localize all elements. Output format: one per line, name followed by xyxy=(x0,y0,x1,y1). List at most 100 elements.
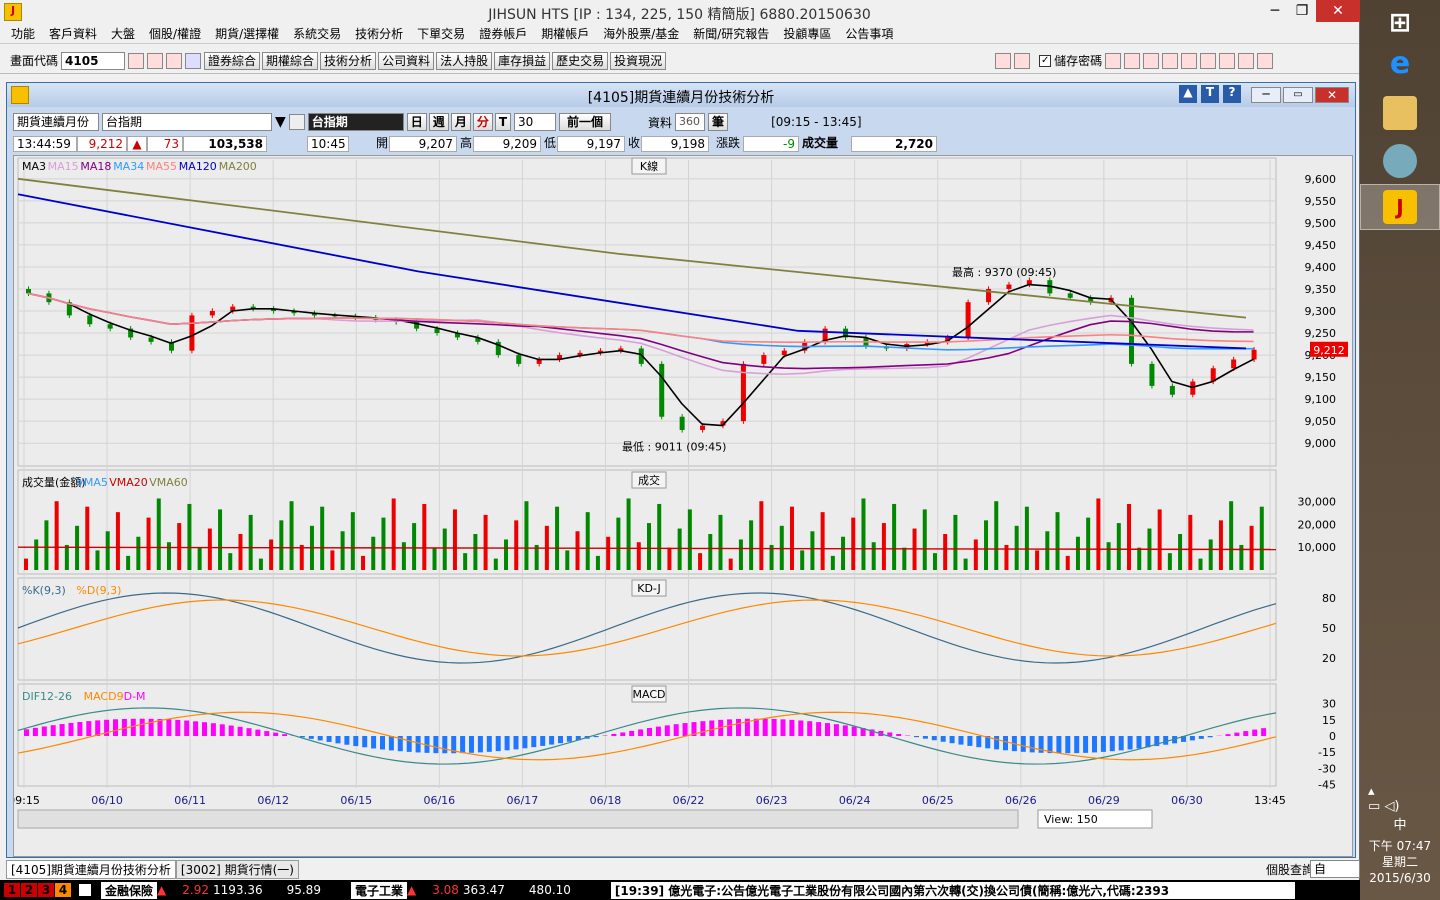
menu-item-10[interactable]: 海外股票/基金 xyxy=(596,25,686,42)
toolbar-button-2[interactable]: 技術分析 xyxy=(320,51,377,70)
chevron-up-icon[interactable]: ▴ xyxy=(1368,784,1375,799)
screen-code-input[interactable]: 4105 xyxy=(61,51,126,70)
bottom-tab-1[interactable]: [3002] 期貨行情(一) xyxy=(175,859,299,879)
menu-item-12[interactable]: 投顧專區 xyxy=(776,25,838,42)
menu-item-2[interactable]: 大盤 xyxy=(104,25,142,42)
inner-minimize-button[interactable]: ─ xyxy=(1251,87,1281,103)
menu-item-11[interactable]: 新聞/研究報告 xyxy=(686,25,776,42)
tool-icon-4[interactable] xyxy=(1162,52,1179,69)
period-button-3[interactable]: 分 xyxy=(472,113,493,131)
menu-item-0[interactable]: 功能 xyxy=(4,25,42,42)
macd-histogram-bar xyxy=(593,736,599,738)
taskbar-ie[interactable]: e xyxy=(1360,40,1440,86)
macd-histogram-bar xyxy=(1163,736,1169,745)
volume-bar xyxy=(789,506,794,570)
macd-histogram-bar xyxy=(833,724,839,736)
arrow-left-icon[interactable] xyxy=(995,52,1012,69)
macd-histogram-bar xyxy=(647,728,652,736)
toolbar-button-3[interactable]: 公司資料 xyxy=(378,51,435,70)
sort-up-icon[interactable]: ▲ xyxy=(1179,85,1197,103)
volume-icon[interactable]: ◁) xyxy=(1384,799,1399,814)
dropdown-arrow-icon[interactable]: ▼ xyxy=(275,114,286,130)
menu-item-13[interactable]: 公告事項 xyxy=(838,25,900,42)
panel-bg-0 xyxy=(17,157,1277,467)
macd-histogram-bar xyxy=(166,719,172,736)
menu-item-3[interactable]: 個股/權證 xyxy=(142,25,208,42)
inner-restore-button[interactable]: ▭ xyxy=(1283,87,1313,103)
menu-item-6[interactable]: 技術分析 xyxy=(348,25,410,42)
clock-weekday: 星期二 xyxy=(1381,855,1418,869)
toolbar-button-0[interactable]: 證券綜合 xyxy=(204,51,261,70)
window-icon[interactable] xyxy=(147,52,164,69)
macd-histogram-bar xyxy=(638,729,644,736)
period-button-1[interactable]: 週 xyxy=(428,113,449,131)
macd-histogram-bar xyxy=(664,725,670,736)
volume-bar xyxy=(146,517,151,570)
tool-icon-7[interactable] xyxy=(1219,52,1236,69)
dropdown-icon[interactable] xyxy=(185,52,202,69)
taskbar-explorer[interactable] xyxy=(1360,90,1440,136)
pin-icon[interactable]: T xyxy=(1201,85,1219,103)
clock[interactable]: 下午 07:47 星期二 2015/6/30 xyxy=(1360,838,1440,886)
toolbar-button-5[interactable]: 庫存損益 xyxy=(494,51,551,70)
volume-bar xyxy=(463,553,468,570)
ticker-page-0[interactable]: 1 xyxy=(4,883,20,897)
data-count-input[interactable]: 360 xyxy=(675,113,706,131)
search-icon[interactable] xyxy=(128,52,145,69)
inner-close-button[interactable]: ✕ xyxy=(1315,87,1349,103)
tool-icon-2[interactable] xyxy=(1124,52,1141,69)
bottom-tab-0[interactable]: [4105]期貨連續月份技術分析 xyxy=(6,859,176,879)
system-tray[interactable]: ▴ ▭ ◁) xyxy=(1368,784,1400,814)
tool-icon-1[interactable] xyxy=(1105,52,1122,69)
ticker-page-2[interactable]: 3 xyxy=(38,883,54,897)
tool-icon-5[interactable] xyxy=(1181,52,1198,69)
news-ticker[interactable]: [19:39] 億光電子:公告億光電子工業股份有限公司國內第六次轉(交)換公司債… xyxy=(610,881,1295,899)
taskbar-paint[interactable] xyxy=(1360,138,1440,184)
volume-bar xyxy=(1035,550,1040,570)
chart-area[interactable]: 09:15 06/10 06/11 06/12 06/15 06/16 06/17 06/18… xyxy=(8,155,1353,857)
interval-select[interactable]: 30 xyxy=(514,113,557,131)
volume-bar xyxy=(953,514,958,570)
help-icon[interactable]: ? xyxy=(1223,85,1241,103)
period-button-2[interactable]: 月 xyxy=(450,113,471,131)
menu-item-9[interactable]: 期權帳戶 xyxy=(534,25,596,42)
ime-indicator[interactable]: 中 xyxy=(1360,814,1440,833)
toolbar-button-6[interactable]: 歷史交易 xyxy=(552,51,609,70)
toolbar-button-7[interactable]: 投資現況 xyxy=(610,51,667,70)
product-name-select[interactable]: 台指期 xyxy=(102,113,272,131)
menu-item-7[interactable]: 下單交易 xyxy=(410,25,472,42)
chart-svg[interactable]: 09:15 06/10 06/11 06/12 06/15 06/16 06/17 06/18… xyxy=(8,156,1352,856)
product-type-select[interactable]: 期貨連續月份 xyxy=(13,113,99,131)
menu-item-1[interactable]: 客戶資料 xyxy=(42,25,104,42)
toolbar-button-1[interactable]: 期權綜合 xyxy=(262,51,319,70)
tool-icon-8[interactable] xyxy=(1238,52,1255,69)
tool-icon-3[interactable] xyxy=(1143,52,1160,69)
lock-icon[interactable] xyxy=(79,884,91,896)
maximize-button[interactable]: ❐ xyxy=(1288,0,1316,22)
chart-scrollbar[interactable] xyxy=(17,809,1019,829)
prev-button[interactable]: 前一個 xyxy=(559,113,612,131)
period-button-0[interactable]: 日 xyxy=(406,113,427,131)
menu-item-5[interactable]: 系統交易 xyxy=(286,25,348,42)
menu-item-8[interactable]: 證券帳戶 xyxy=(472,25,534,42)
search-icon[interactable] xyxy=(288,114,305,130)
ticker-page-1[interactable]: 2 xyxy=(21,883,37,897)
stock-query-input[interactable]: 自 xyxy=(1310,860,1360,878)
taskbar-jihsun[interactable]: J xyxy=(1360,184,1440,230)
tool-icon-9[interactable] xyxy=(1257,52,1274,69)
macd-histogram-bar xyxy=(433,736,439,754)
arrow-right-icon[interactable] xyxy=(1014,52,1031,69)
print-icon[interactable] xyxy=(166,52,183,69)
network-icon[interactable]: ▭ xyxy=(1368,799,1380,814)
volume-bar xyxy=(1157,509,1162,570)
toolbar-button-4[interactable]: 法人持股 xyxy=(436,51,493,70)
minimize-button[interactable]: ─ xyxy=(1262,0,1288,22)
view-count-text: View: 150 xyxy=(1044,813,1098,826)
period-button-4[interactable]: T xyxy=(494,113,512,131)
close-button[interactable]: ✕ xyxy=(1316,0,1360,22)
ticker-page-3[interactable]: 4 xyxy=(55,883,71,897)
save-password-checkbox[interactable]: ✓ xyxy=(1039,54,1052,67)
menu-item-4[interactable]: 期貨/選擇權 xyxy=(208,25,286,42)
tool-icon-6[interactable] xyxy=(1200,52,1217,69)
unit-button[interactable]: 筆 xyxy=(708,113,729,131)
